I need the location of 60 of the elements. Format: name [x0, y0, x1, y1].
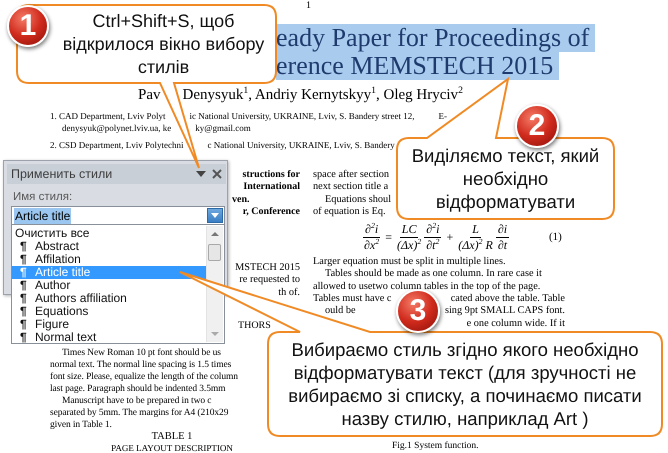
scrollbar[interactable] — [206, 226, 223, 342]
affiliation-text: 1. CAD Department, Lviv Polyt — [50, 110, 166, 122]
affiliation-text: ky@gmail.com — [195, 122, 251, 134]
body-text: of equation is Eq. — [313, 206, 386, 218]
style-list-item[interactable]: ¶ Equations — [12, 305, 206, 318]
body-text: sing 9pt SMALL CAPS font. — [444, 305, 565, 318]
body-text: next section title a — [313, 181, 388, 194]
close-icon[interactable] — [212, 169, 222, 179]
pane-title: Применить стили — [11, 167, 114, 181]
table-title: PAGE LAYOUT DESCRIPTION — [110, 443, 234, 453]
style-list-item[interactable]: ¶ Authors affiliation — [12, 292, 206, 305]
body-text: Times New Roman 10 pt font should be us — [62, 347, 221, 359]
page-number: 1 — [306, 0, 311, 11]
body-text: re requested to — [239, 274, 300, 287]
callout-text: Вибираємо стиль згідно якого необхідно відформатувати текст (для зручності не вибираємо зі списку, а починаємо писати назву стилю, наприклад Art ) — [287, 338, 643, 430]
section-heading: THORS — [238, 320, 271, 331]
step-badge: 1 — [7, 5, 49, 47]
caret-icon — [211, 213, 219, 218]
field-label: Имя стиля: — [13, 191, 74, 203]
body-text: Larger equation must be split in multiple lines. — [313, 256, 506, 268]
step-badge: 3 — [396, 289, 440, 333]
body-text: separated by 5mm. The margins for A4 (210x29 — [50, 407, 228, 419]
style-list-item[interactable]: ¶ Affilation — [12, 253, 206, 266]
body-text: r, Conference — [242, 206, 300, 218]
table-caption: TABLE 1 — [150, 431, 194, 442]
body-text: ould be — [325, 305, 356, 318]
body-text: Tables must have c — [313, 293, 392, 306]
affiliation-text: denysyuk@polynet.lviv.ua, ke — [62, 122, 172, 134]
body-text: space after section — [313, 169, 390, 182]
affiliation-text: E- — [438, 110, 448, 122]
style-list-item[interactable]: Очистить все — [12, 227, 206, 240]
style-list-item[interactable]: ¶ Figure — [12, 318, 206, 331]
dropdown-button[interactable] — [207, 208, 223, 223]
body-text: Equations shoul — [325, 194, 392, 206]
style-list-item[interactable]: ¶ Author — [12, 279, 206, 292]
body-text: th of. — [278, 286, 300, 299]
body-text: last page. Paragraph should be indented 3.5mm — [50, 383, 226, 395]
style-name-field[interactable]: Article title — [11, 206, 225, 225]
affiliation-text: c National University, UKRAINE, Lviv, S. Bandery — [207, 139, 395, 151]
step-badge: 2 — [515, 104, 559, 148]
body-text: given in Table 1. — [50, 419, 112, 431]
callout-text: Ctrl+Shift+S, щоб відкрилося вікно вибору стилів — [62, 10, 266, 78]
figure-caption: Fig.1 System function. — [392, 441, 479, 451]
style-list-item[interactable]: ¶ Abstract — [12, 240, 206, 253]
body-text: cated above the table. Table — [450, 293, 565, 306]
author-names: Pav — [138, 87, 160, 104]
body-text: Manuscript have to be prepared in two c — [62, 395, 212, 407]
body-text: ven. — [232, 194, 250, 206]
body-text: normal text. The normal line spacing is 1.5 times — [50, 359, 232, 371]
affiliation-text: ic National University, UKRAINE, Lviv, S. Bandery street 12, — [190, 110, 415, 122]
body-text: MSTECH 2015 — [235, 262, 300, 274]
body-text: e one column wide. If it — [466, 318, 565, 330]
affiliation-text: 2. CSD Department, Lviv Polytechni — [50, 139, 184, 151]
equation-number: (1) — [549, 231, 562, 244]
style-list-item[interactable]: ¶ Normal text — [12, 331, 206, 344]
author-names: Denysyuk$^{1}$, Andriy Kernytskyy$^{1}$, Oleg Hryciv$^{2}$ — [182, 87, 463, 104]
body-text: International — [243, 181, 300, 194]
body-text: font size. Please, equalize the length of the column — [50, 371, 238, 383]
body-text: structions for — [242, 169, 300, 182]
body-text: Tables should be made as one column. In rare case it — [325, 268, 542, 281]
